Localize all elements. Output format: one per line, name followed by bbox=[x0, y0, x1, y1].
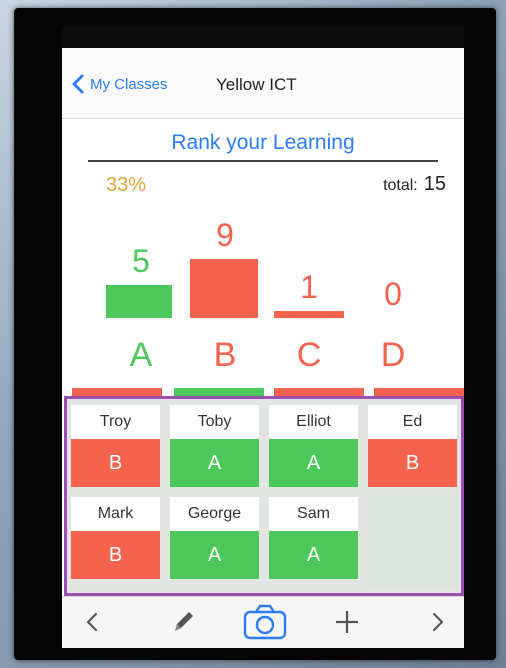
student-card[interactable]: Mark B bbox=[71, 497, 160, 579]
student-name: Toby bbox=[170, 405, 259, 439]
bar-count-b: 9 bbox=[216, 217, 234, 253]
back-button[interactable]: My Classes bbox=[72, 74, 168, 94]
bottom-toolbar bbox=[62, 596, 464, 648]
student-grade: A bbox=[269, 531, 358, 579]
camera-icon[interactable] bbox=[242, 603, 288, 646]
total-label: total: bbox=[383, 177, 418, 194]
total-value: 15 bbox=[423, 173, 446, 195]
student-name: Sam bbox=[269, 497, 358, 531]
answer-strip bbox=[72, 388, 162, 396]
bar-count-a: 5 bbox=[132, 243, 150, 279]
student-grade: B bbox=[71, 439, 160, 487]
bar-label-c: C bbox=[296, 336, 322, 374]
answer-color-strips bbox=[62, 388, 464, 396]
bar-label-d: D bbox=[380, 336, 406, 374]
student-name: Troy bbox=[71, 405, 160, 439]
student-grade: B bbox=[71, 531, 160, 579]
chevron-right-icon[interactable] bbox=[428, 607, 448, 642]
answer-strip bbox=[374, 388, 464, 396]
bar-c bbox=[274, 311, 344, 318]
student-grade: B bbox=[368, 439, 457, 487]
student-name: Mark bbox=[71, 497, 160, 531]
student-name: Ed bbox=[368, 405, 457, 439]
back-label: My Classes bbox=[90, 75, 168, 93]
pencil-icon[interactable] bbox=[168, 607, 198, 642]
percent-label: 33% bbox=[106, 174, 147, 196]
plus-icon[interactable] bbox=[332, 607, 362, 642]
empty-student-slot bbox=[367, 495, 457, 587]
student-grade: A bbox=[269, 439, 358, 487]
student-card[interactable]: Toby A bbox=[170, 405, 259, 487]
student-name: Elliot bbox=[269, 405, 358, 439]
student-name: George bbox=[170, 497, 259, 531]
student-grade: A bbox=[170, 531, 259, 579]
class-title: Yellow ICT bbox=[216, 75, 297, 94]
student-grade: A bbox=[170, 439, 259, 487]
student-card[interactable]: George A bbox=[170, 497, 259, 579]
total-count: total: 15 bbox=[383, 173, 446, 196]
status-bar bbox=[62, 26, 464, 48]
bar-count-c: 1 bbox=[300, 269, 318, 305]
chevron-left-icon[interactable] bbox=[82, 607, 102, 642]
answer-strip bbox=[274, 388, 364, 396]
student-card[interactable]: Elliot A bbox=[269, 405, 358, 487]
bar-a bbox=[106, 285, 172, 318]
app-screen: My Classes Yellow ICT Rank your Learning… bbox=[62, 48, 464, 648]
student-card[interactable]: Sam A bbox=[269, 497, 358, 579]
bar-label-a: A bbox=[129, 336, 153, 374]
student-grid: Troy B Toby A Elliot A Ed B Mark B George A Sam A bbox=[64, 396, 464, 596]
chevron-left-icon bbox=[72, 74, 84, 94]
navigation-bar: My Classes Yellow ICT bbox=[62, 48, 464, 119]
rank-title: Rank your Learning bbox=[88, 130, 438, 162]
rank-bar-chart: 5 A 9 B 1 C 0 D bbox=[62, 198, 464, 378]
student-card[interactable]: Ed B bbox=[368, 405, 457, 487]
answer-strip bbox=[174, 388, 264, 396]
bar-b bbox=[190, 259, 258, 318]
bar-count-d: 0 bbox=[384, 276, 402, 312]
student-card[interactable]: Troy B bbox=[71, 405, 160, 487]
bar-label-b: B bbox=[213, 336, 237, 374]
